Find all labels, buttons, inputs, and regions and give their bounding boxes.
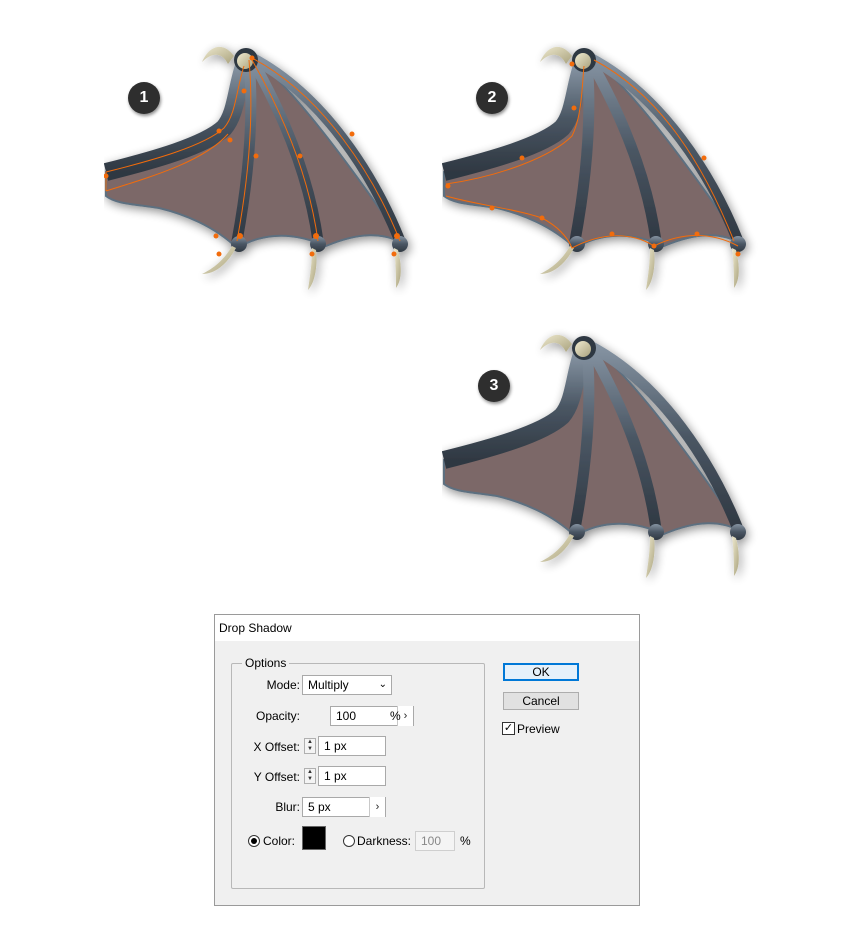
color-radio-icon[interactable] [248, 835, 260, 847]
darkness-unit: % [460, 834, 471, 848]
y-offset-label: Y Offset: [253, 770, 300, 784]
opacity-value: 100 [336, 709, 357, 723]
chevron-right-icon: › [403, 710, 408, 722]
dialog-title: Drop Shadow [215, 615, 639, 641]
y-offset-field[interactable]: 1 px [318, 766, 386, 786]
x-offset-label: X Offset: [253, 740, 300, 754]
mode-label: Mode: [266, 678, 300, 692]
checkmark-icon: ✓ [503, 722, 514, 734]
y-offset-spinner-icon[interactable]: ▲ ▼ [304, 768, 316, 784]
preview-checkbox[interactable]: ✓ [502, 722, 515, 735]
blur-value: 5 px [308, 800, 331, 814]
darkness-field[interactable]: 100 [415, 831, 455, 851]
darkness-value: 100 [421, 834, 442, 848]
mode-select[interactable]: Multiply ⌄ [302, 675, 392, 695]
darkness-radio-icon[interactable] [343, 835, 355, 847]
color-swatch[interactable] [302, 826, 326, 850]
opacity-label: Opacity: [255, 709, 300, 723]
mode-value: Multiply [308, 678, 349, 692]
wing-illustration-3 [442, 324, 762, 594]
ok-button[interactable]: OK [503, 663, 579, 681]
x-offset-value: 1 px [324, 739, 347, 753]
opacity-unit: % [390, 709, 401, 723]
preview-label: Preview [517, 722, 560, 736]
wing-illustration-2 [442, 36, 762, 306]
x-offset-spinner-icon[interactable]: ▲ ▼ [304, 738, 316, 754]
darkness-label: Darkness: [357, 834, 412, 848]
options-group-label: Options [242, 656, 290, 670]
drop-shadow-dialog: Drop Shadow Options Mode: Multiply ⌄ Opa… [214, 614, 640, 906]
cancel-button[interactable]: Cancel [503, 692, 579, 710]
color-label: Color: [263, 834, 296, 848]
blur-slider-button[interactable]: › [369, 797, 385, 817]
wing-illustration-1 [104, 36, 424, 306]
chevron-right-icon: › [375, 801, 380, 813]
blur-field[interactable]: 5 px › [302, 797, 386, 817]
y-offset-value: 1 px [324, 769, 347, 783]
chevron-down-icon: ⌄ [378, 679, 387, 690]
opacity-field[interactable]: 100 › [330, 706, 414, 726]
x-offset-field[interactable]: 1 px [318, 736, 386, 756]
options-group: Options Mode: Multiply ⌄ Opacity: 100 › … [231, 656, 485, 889]
blur-label: Blur: [275, 800, 300, 814]
